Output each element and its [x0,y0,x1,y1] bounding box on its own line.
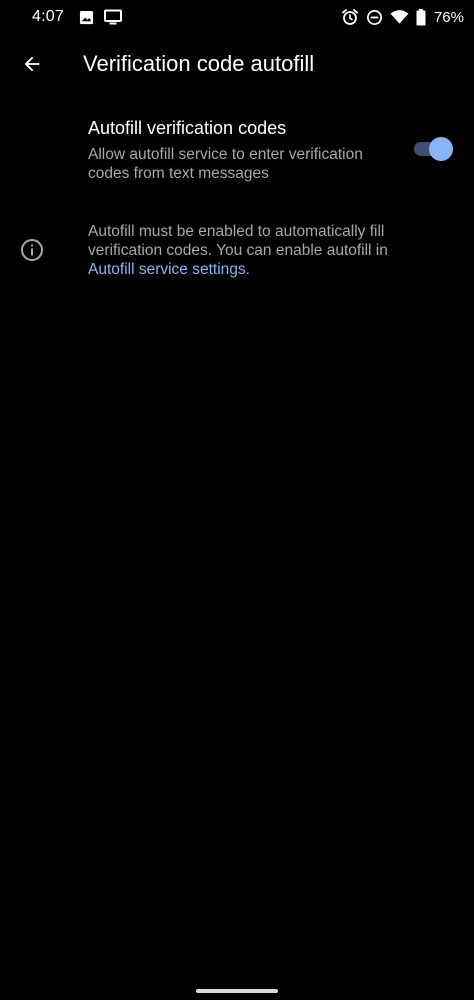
back-button[interactable] [12,44,52,84]
do-not-disturb-icon [366,9,383,26]
cast-icon [104,9,122,25]
autofill-verification-setting-row[interactable]: Autofill verification codes Allow autofi… [0,106,474,196]
info-footer: Autofill must be enabled to automaticall… [0,218,474,288]
gesture-nav-handle[interactable] [196,989,278,993]
autofill-verification-toggle[interactable] [412,136,454,162]
battery-icon [416,8,426,26]
alarm-icon [341,8,359,26]
battery-percent: 76% [433,8,464,26]
autofill-service-settings-link[interactable]: Autofill service settings [88,261,246,278]
setting-summary: Allow autofill service to enter verifica… [88,146,363,182]
arrow-back-icon [21,53,43,75]
info-text-suffix: . [245,261,250,278]
status-time: 4:07 [32,8,64,25]
image-icon [79,10,94,25]
status-bar: 4:07 76% [0,0,474,36]
toggle-thumb [429,137,453,161]
app-bar: Verification code autofill [0,36,474,92]
status-left-icons [79,9,122,25]
info-text-body: Autofill must be enabled to automaticall… [88,223,388,259]
wifi-icon [390,9,409,25]
info-text: Autofill must be enabled to automaticall… [88,222,418,279]
page-title: Verification code autofill [83,51,315,76]
info-icon [20,238,44,267]
status-right-icons: 76% [341,8,464,26]
setting-title: Autofill verification codes [88,118,287,138]
